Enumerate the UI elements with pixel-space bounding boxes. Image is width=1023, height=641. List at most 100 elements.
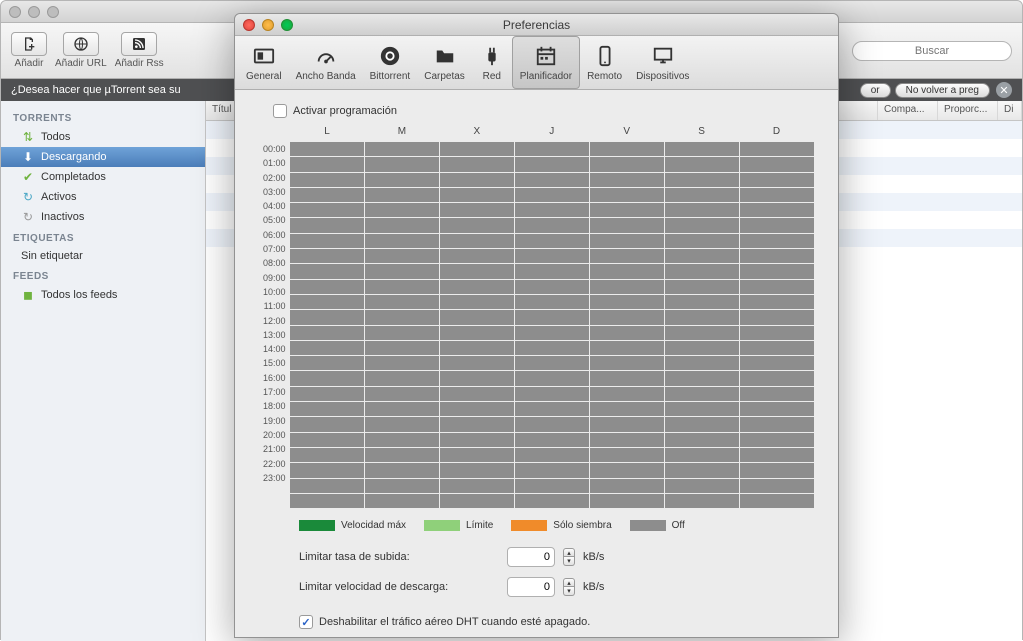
download-limit-input[interactable] xyxy=(507,577,555,597)
schedule-cell[interactable] xyxy=(515,356,589,370)
schedule-cell[interactable] xyxy=(290,371,364,385)
schedule-cell[interactable] xyxy=(290,157,364,171)
schedule-cell[interactable] xyxy=(740,463,814,477)
schedule-cell[interactable] xyxy=(440,433,514,447)
prefs-close-button[interactable] xyxy=(243,19,255,31)
schedule-cell[interactable] xyxy=(740,264,814,278)
schedule-cell[interactable] xyxy=(440,218,514,232)
schedule-cell[interactable] xyxy=(290,264,364,278)
schedule-cell[interactable] xyxy=(440,479,514,493)
schedule-cell[interactable] xyxy=(665,280,739,294)
schedule-cell[interactable] xyxy=(515,264,589,278)
schedule-cell[interactable] xyxy=(440,188,514,202)
schedule-cell[interactable] xyxy=(665,173,739,187)
column-ratio[interactable]: Proporc... xyxy=(938,101,998,120)
schedule-cell[interactable] xyxy=(665,417,739,431)
main-minimize-button[interactable] xyxy=(28,6,40,18)
schedule-cell[interactable] xyxy=(290,448,364,462)
schedule-cell[interactable] xyxy=(290,387,364,401)
schedule-cell[interactable] xyxy=(590,310,664,324)
schedule-cell[interactable] xyxy=(740,142,814,156)
schedule-cell[interactable] xyxy=(365,280,439,294)
schedule-cell[interactable] xyxy=(290,218,364,232)
main-close-button[interactable] xyxy=(9,6,21,18)
add-rss-button[interactable]: Añadir Rss xyxy=(115,32,164,69)
schedule-cell[interactable] xyxy=(440,157,514,171)
schedule-cell[interactable] xyxy=(590,295,664,309)
schedule-cell[interactable] xyxy=(515,295,589,309)
schedule-cell[interactable] xyxy=(440,295,514,309)
tab-bittorrent[interactable]: Bittorrent xyxy=(363,36,418,89)
schedule-cell[interactable] xyxy=(365,173,439,187)
schedule-cell[interactable] xyxy=(440,463,514,477)
schedule-cell[interactable] xyxy=(590,463,664,477)
sidebar-item-completed[interactable]: ✔ Completados xyxy=(1,167,205,187)
schedule-cell[interactable] xyxy=(365,448,439,462)
schedule-cell[interactable] xyxy=(290,203,364,217)
schedule-cell[interactable] xyxy=(290,295,364,309)
sidebar-item-inactive[interactable]: ↻ Inactivos xyxy=(1,207,205,227)
schedule-cell[interactable] xyxy=(665,295,739,309)
schedule-cell[interactable] xyxy=(740,371,814,385)
schedule-cell[interactable] xyxy=(665,203,739,217)
stepper-up-icon[interactable]: ▴ xyxy=(563,578,575,587)
schedule-cell[interactable] xyxy=(515,280,589,294)
schedule-cell[interactable] xyxy=(665,479,739,493)
schedule-cell[interactable] xyxy=(740,234,814,248)
schedule-cell[interactable] xyxy=(515,326,589,340)
schedule-cell[interactable] xyxy=(590,494,664,508)
schedule-cell[interactable] xyxy=(740,326,814,340)
schedule-cell[interactable] xyxy=(290,310,364,324)
schedule-cell[interactable] xyxy=(515,310,589,324)
schedule-cell[interactable] xyxy=(740,203,814,217)
upload-limit-input[interactable] xyxy=(507,547,555,567)
schedule-cell[interactable] xyxy=(515,218,589,232)
upload-stepper[interactable]: ▴▾ xyxy=(563,548,575,566)
schedule-cell[interactable] xyxy=(440,249,514,263)
tab-bandwidth[interactable]: Ancho Banda xyxy=(289,36,363,89)
schedule-cell[interactable] xyxy=(590,417,664,431)
schedule-cell[interactable] xyxy=(590,264,664,278)
schedule-cell[interactable] xyxy=(365,310,439,324)
schedule-cell[interactable] xyxy=(290,402,364,416)
schedule-cell[interactable] xyxy=(290,356,364,370)
schedule-cell[interactable] xyxy=(365,417,439,431)
tab-scheduler[interactable]: Planificador xyxy=(512,36,580,89)
schedule-cell[interactable] xyxy=(290,326,364,340)
schedule-cell[interactable] xyxy=(590,218,664,232)
schedule-cell[interactable] xyxy=(365,494,439,508)
tab-network[interactable]: Red xyxy=(472,36,512,89)
tab-devices[interactable]: Dispositivos xyxy=(629,36,696,89)
schedule-cell[interactable] xyxy=(515,387,589,401)
schedule-cell[interactable] xyxy=(665,157,739,171)
schedule-cell[interactable] xyxy=(665,402,739,416)
column-shared[interactable]: Compa... xyxy=(878,101,938,120)
schedule-cell[interactable] xyxy=(590,433,664,447)
schedule-cell[interactable] xyxy=(740,218,814,232)
banner-button-2[interactable]: No volver a preg xyxy=(895,83,990,98)
schedule-cell[interactable] xyxy=(290,188,364,202)
schedule-cell[interactable] xyxy=(440,264,514,278)
schedule-cell[interactable] xyxy=(665,356,739,370)
schedule-cell[interactable] xyxy=(515,402,589,416)
schedule-cell[interactable] xyxy=(515,448,589,462)
schedule-cell[interactable] xyxy=(590,188,664,202)
schedule-cell[interactable] xyxy=(365,479,439,493)
banner-close-icon[interactable]: ✕ xyxy=(996,82,1012,98)
sidebar-item-active[interactable]: ↻ Activos xyxy=(1,187,205,207)
schedule-cell[interactable] xyxy=(290,234,364,248)
tab-remote[interactable]: Remoto xyxy=(580,36,629,89)
stepper-down-icon[interactable]: ▾ xyxy=(563,587,575,596)
schedule-cell[interactable] xyxy=(665,234,739,248)
schedule-cell[interactable] xyxy=(740,433,814,447)
schedule-cell[interactable] xyxy=(740,417,814,431)
schedule-cell[interactable] xyxy=(740,494,814,508)
schedule-cell[interactable] xyxy=(590,234,664,248)
schedule-cell[interactable] xyxy=(740,356,814,370)
schedule-cell[interactable] xyxy=(665,326,739,340)
schedule-cell[interactable] xyxy=(365,387,439,401)
schedule-cell[interactable] xyxy=(740,402,814,416)
schedule-cell[interactable] xyxy=(740,310,814,324)
schedule-cell[interactable] xyxy=(515,234,589,248)
schedule-cell[interactable] xyxy=(365,371,439,385)
